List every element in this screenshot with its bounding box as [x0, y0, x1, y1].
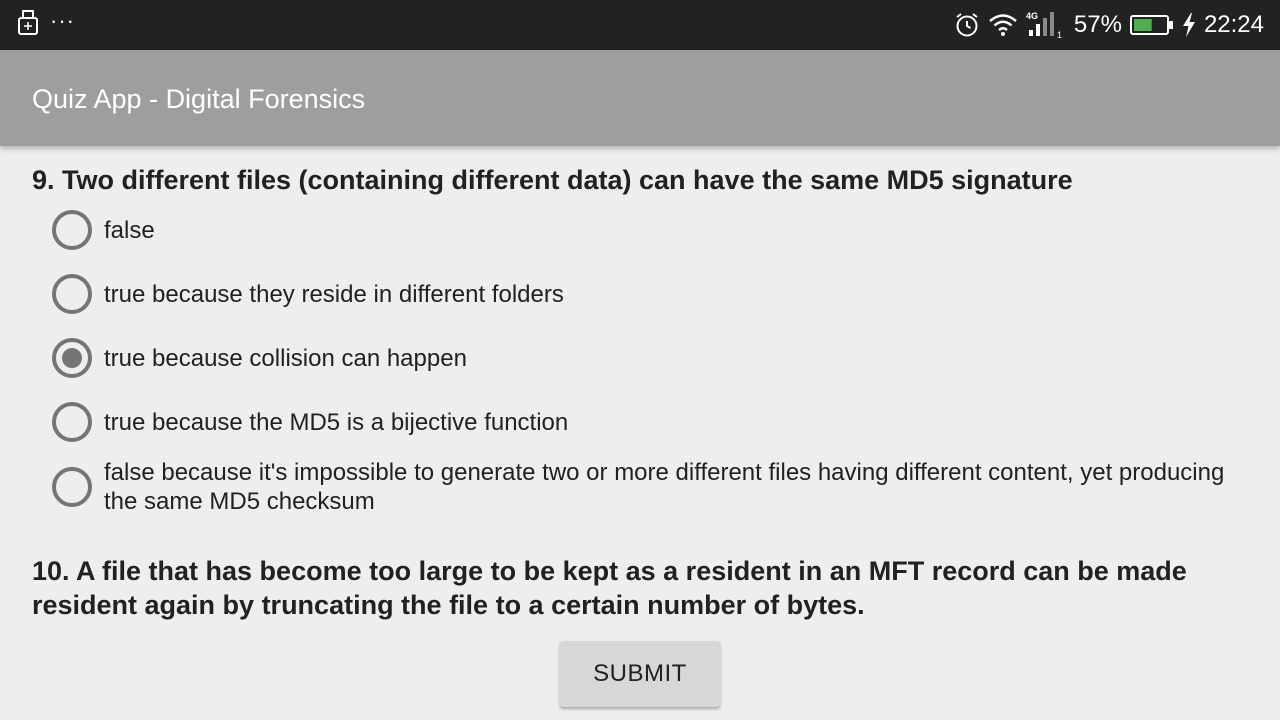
option-label[interactable]: false because it's impossible to generat…	[104, 458, 1230, 516]
radio-button[interactable]	[52, 210, 92, 250]
option-label[interactable]: true because the MD5 is a bijective func…	[104, 408, 568, 437]
battery-percent: 57%	[1073, 11, 1122, 38]
answer-option[interactable]: false	[50, 210, 1230, 250]
app-bar: Quiz App - Digital Forensics	[0, 50, 1280, 146]
alarm-icon	[954, 12, 980, 38]
answer-option[interactable]: true because collision can happen	[50, 338, 1230, 378]
more-notifications-icon: ···	[50, 8, 75, 33]
radio-button[interactable]	[52, 467, 92, 507]
status-left-group: ···	[18, 8, 75, 41]
status-bar: ··· 4G 1 57% 22:24	[0, 0, 1280, 50]
battery-fill	[1133, 19, 1152, 31]
option-label[interactable]: true because collision can happen	[104, 344, 467, 373]
option-label[interactable]: false	[104, 216, 155, 245]
clock: 22:24	[1203, 11, 1264, 38]
question-9-text: 9. Two different files (containing diffe…	[32, 165, 1073, 195]
answer-option[interactable]: true because they reside in different fo…	[50, 274, 1230, 314]
radio-button[interactable]	[52, 338, 92, 378]
svg-text:1: 1	[1057, 30, 1062, 40]
battery-icon	[1129, 14, 1174, 36]
answer-option[interactable]: false because it's impossible to generat…	[50, 458, 1230, 516]
radio-button[interactable]	[52, 402, 92, 442]
quiz-content[interactable]: 9. Two different files (containing diffe…	[0, 146, 1280, 720]
radio-button[interactable]	[52, 274, 92, 314]
usb-icon	[18, 9, 38, 41]
cellular-signal-icon: 4G 1	[1026, 10, 1066, 40]
app-title: Quiz App - Digital Forensics	[32, 84, 366, 114]
submit-button[interactable]: SUBMIT	[560, 641, 720, 707]
wifi-icon	[988, 12, 1018, 38]
network-type-label: 4G	[1026, 11, 1038, 21]
status-right-group: 4G 1 57% 22:24	[954, 0, 1264, 50]
charging-bolt-icon	[1182, 13, 1196, 37]
answer-option[interactable]: true because the MD5 is a bijective func…	[50, 402, 1230, 442]
question-10-text: 10. A file that has become too large to …	[32, 556, 1187, 620]
option-label[interactable]: true because they reside in different fo…	[104, 280, 564, 309]
